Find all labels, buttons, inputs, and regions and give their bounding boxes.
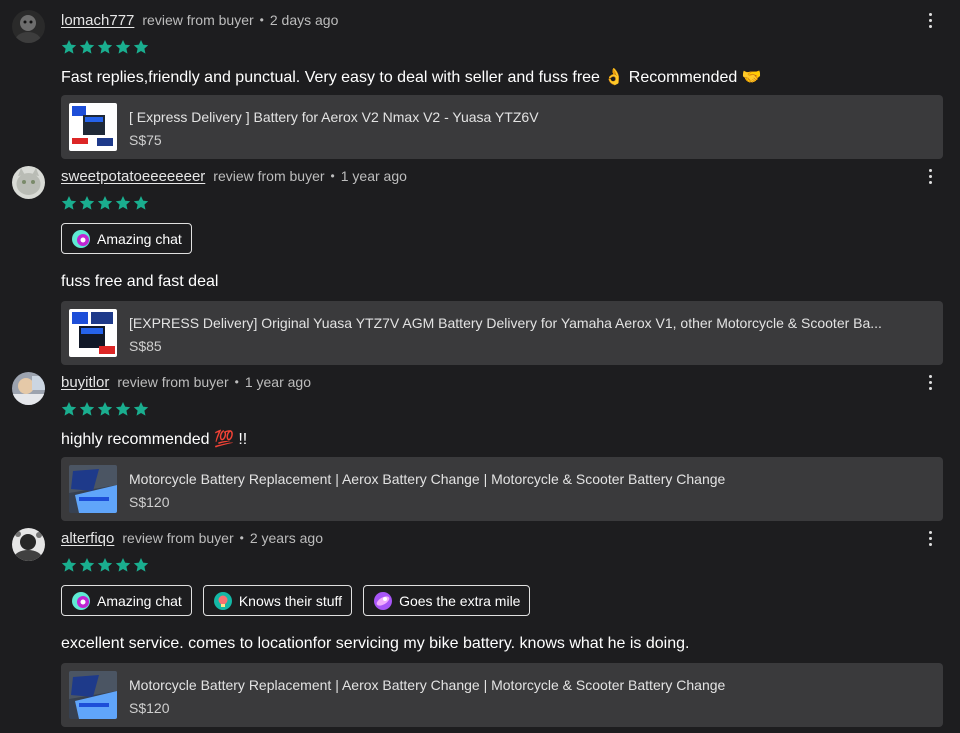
star-icon bbox=[115, 196, 131, 210]
product-card[interactable]: Motorcycle Battery Replacement | Aerox B… bbox=[61, 663, 943, 727]
compliment-tags: Amazing chat Knows their stuff Goes the … bbox=[61, 585, 531, 616]
star-icon bbox=[115, 40, 131, 54]
review-header: sweetpotatoeeeeeeer review from buyer • … bbox=[61, 166, 407, 186]
avatar[interactable] bbox=[12, 10, 45, 43]
star-icon bbox=[115, 558, 131, 572]
product-thumbnail bbox=[69, 309, 117, 357]
star-icon bbox=[97, 40, 113, 54]
star-rating bbox=[61, 401, 149, 417]
reviewer-role: review from buyer bbox=[117, 374, 229, 390]
username-link[interactable]: sweetpotatoeeeeeeer bbox=[61, 168, 205, 185]
product-card[interactable]: [ Express Delivery ] Battery for Aerox V… bbox=[61, 95, 943, 159]
compliment-tags: Amazing chat bbox=[61, 223, 192, 254]
separator-dot: • bbox=[239, 531, 244, 545]
username-link[interactable]: lomach777 bbox=[61, 12, 134, 29]
star-icon bbox=[133, 196, 149, 210]
tag-label: Amazing chat bbox=[97, 592, 182, 609]
star-rating bbox=[61, 195, 149, 211]
tag-label: Goes the extra mile bbox=[399, 592, 521, 609]
separator-dot: • bbox=[259, 13, 264, 27]
star-icon bbox=[61, 196, 77, 210]
lightbulb-icon bbox=[213, 591, 233, 611]
reviewer-role: review from buyer bbox=[122, 530, 234, 546]
tag-amazing-chat: Amazing chat bbox=[61, 585, 192, 616]
star-icon bbox=[61, 558, 77, 572]
tag-label: Knows their stuff bbox=[238, 592, 343, 609]
product-price: S$120 bbox=[129, 494, 170, 510]
product-price: S$120 bbox=[129, 700, 170, 716]
tag-label: Amazing chat bbox=[97, 230, 182, 247]
star-icon bbox=[115, 402, 131, 416]
avatar[interactable] bbox=[12, 372, 45, 405]
star-icon bbox=[79, 558, 95, 572]
star-icon bbox=[79, 40, 95, 54]
reviewer-role: review from buyer bbox=[142, 12, 254, 28]
product-name: Motorcycle Battery Replacement | Aerox B… bbox=[129, 471, 726, 487]
product-card[interactable]: Motorcycle Battery Replacement | Aerox B… bbox=[61, 457, 943, 521]
star-icon bbox=[97, 558, 113, 572]
review-header: alterfiqo review from buyer • 2 years ag… bbox=[61, 528, 323, 548]
review-time: 2 days ago bbox=[269, 12, 339, 28]
tag-goes-the-extra-mile: Goes the extra mile bbox=[363, 585, 531, 616]
star-rating bbox=[61, 557, 149, 573]
chat-bubble-icon bbox=[71, 229, 91, 249]
review-header: lomach777 review from buyer • 2 days ago bbox=[61, 10, 338, 30]
star-icon bbox=[133, 40, 149, 54]
star-icon bbox=[79, 402, 95, 416]
more-options-icon[interactable] bbox=[922, 166, 938, 186]
review-header: buyitlor review from buyer • 1 year ago bbox=[61, 372, 311, 392]
tag-amazing-chat: Amazing chat bbox=[61, 223, 192, 254]
review-text: Fast replies,friendly and punctual. Very… bbox=[61, 69, 762, 86]
avatar[interactable] bbox=[12, 166, 45, 199]
star-icon bbox=[61, 402, 77, 416]
more-options-icon[interactable] bbox=[922, 10, 938, 30]
username-link[interactable]: buyitlor bbox=[61, 374, 109, 391]
star-icon bbox=[97, 196, 113, 210]
review-text: highly recommended 💯 !! bbox=[61, 431, 248, 448]
chat-bubble-icon bbox=[71, 591, 91, 611]
separator-dot: • bbox=[234, 375, 239, 389]
star-icon bbox=[133, 402, 149, 416]
review-time: 1 year ago bbox=[340, 168, 407, 184]
star-icon bbox=[97, 402, 113, 416]
product-thumbnail bbox=[69, 465, 117, 513]
product-price: S$85 bbox=[129, 338, 162, 354]
star-icon bbox=[133, 558, 149, 572]
review-text: fuss free and fast deal bbox=[61, 273, 219, 290]
rocket-icon bbox=[373, 591, 393, 611]
star-icon bbox=[79, 196, 95, 210]
separator-dot: • bbox=[330, 169, 335, 183]
product-card[interactable]: [EXPRESS Delivery] Original Yuasa YTZ7V … bbox=[61, 301, 943, 365]
star-icon bbox=[61, 40, 77, 54]
more-options-icon[interactable] bbox=[922, 372, 938, 392]
tag-knows-their-stuff: Knows their stuff bbox=[202, 585, 353, 616]
product-name: [EXPRESS Delivery] Original Yuasa YTZ7V … bbox=[129, 315, 882, 331]
product-thumbnail bbox=[69, 671, 117, 719]
product-name: [ Express Delivery ] Battery for Aerox V… bbox=[129, 109, 539, 125]
product-name: Motorcycle Battery Replacement | Aerox B… bbox=[129, 677, 726, 693]
product-thumbnail bbox=[69, 103, 117, 151]
username-link[interactable]: alterfiqo bbox=[61, 530, 114, 547]
product-price: S$75 bbox=[129, 132, 162, 148]
avatar[interactable] bbox=[12, 528, 45, 561]
review-time: 1 year ago bbox=[244, 374, 311, 390]
reviewer-role: review from buyer bbox=[213, 168, 325, 184]
more-options-icon[interactable] bbox=[922, 528, 938, 548]
star-rating bbox=[61, 39, 149, 55]
review-time: 2 years ago bbox=[249, 530, 324, 546]
review-text: excellent service. comes to locationfor … bbox=[61, 635, 690, 652]
